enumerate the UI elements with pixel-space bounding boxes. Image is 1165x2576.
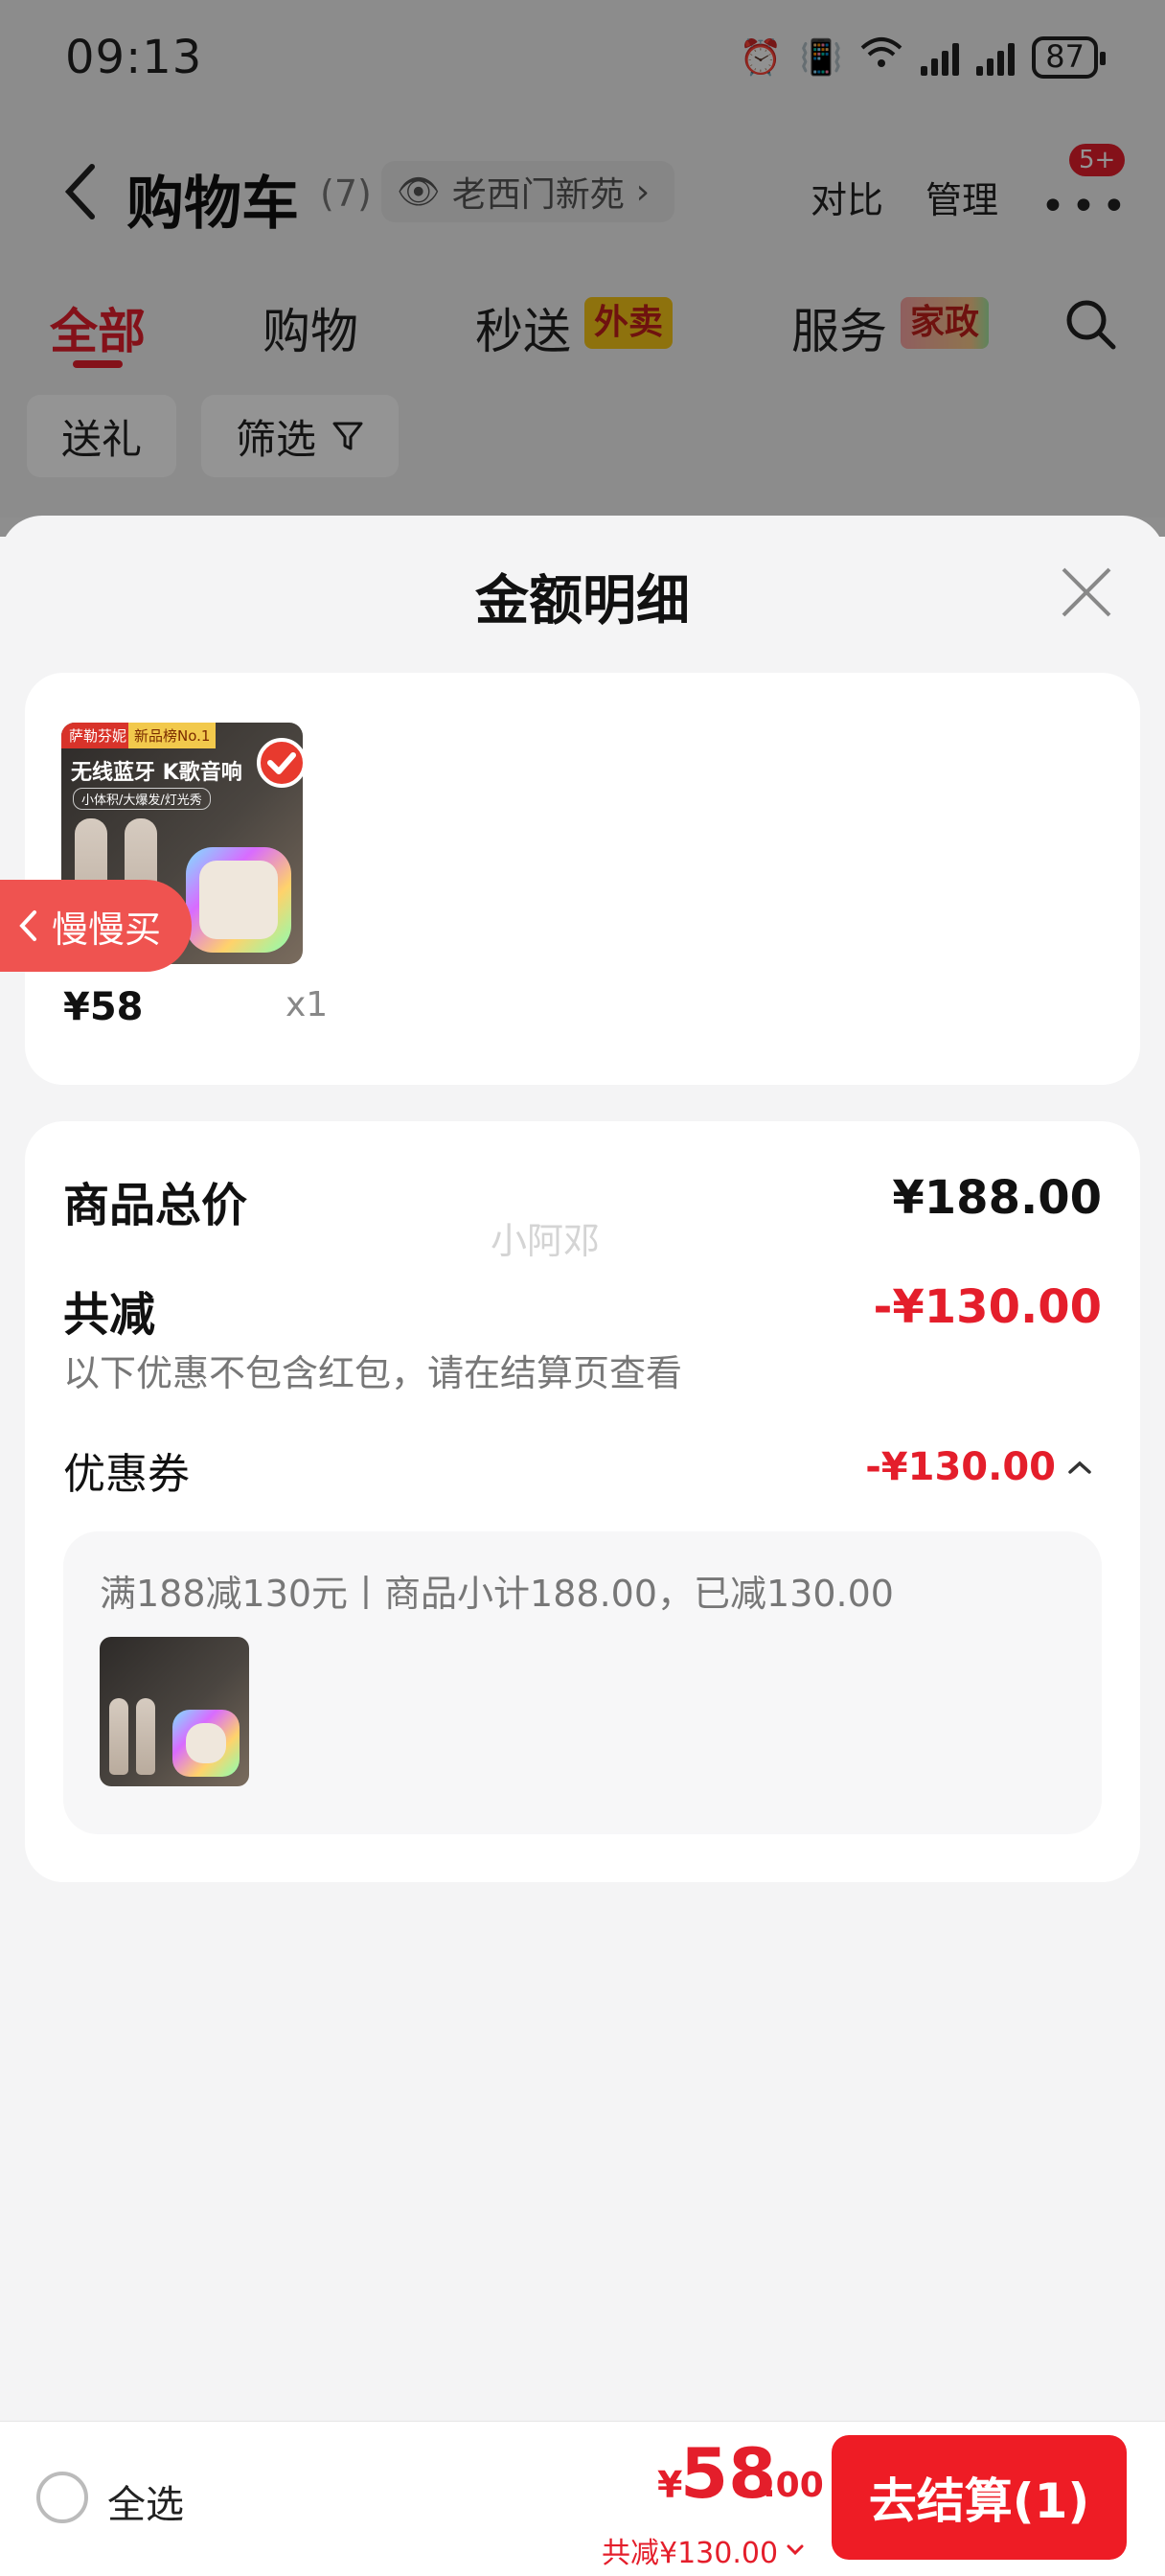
image-headline: 无线蓝牙 K歌音响	[71, 761, 242, 785]
watermark: 小阿邓	[491, 1220, 601, 1262]
discount-note: 以下优惠不包含红包，请在结算页查看	[63, 1352, 683, 1394]
discount-label: 共减	[63, 1288, 156, 1342]
coupon-detail-box: 满188减130元丨商品小计188.00，已减130.00	[63, 1531, 1102, 1834]
select-all-checkbox[interactable]	[36, 2472, 88, 2523]
checkout-bar: 全选 ¥ 58 .00 共减¥130.00 去结算(1)	[0, 2421, 1165, 2576]
speaker-graphic	[186, 847, 291, 953]
coupon-description: 满188减130元丨商品小计188.00，已减130.00	[100, 1573, 894, 1615]
total-price-label: 商品总价	[63, 1179, 248, 1232]
image-subline: 小体积/大爆发/灯光秀	[73, 788, 211, 810]
microphone-graphic-2	[136, 1698, 155, 1775]
chevron-down-icon	[787, 2544, 804, 2556]
modal-overlay[interactable]	[0, 0, 1165, 537]
product-price: ¥58	[63, 985, 144, 1029]
chevron-up-icon	[1068, 1460, 1091, 1474]
product-card: 萨勒芬妮 新品榜No.1 无线蓝牙 K歌音响 小体积/大爆发/灯光秀 ¥58 x…	[25, 673, 1140, 1085]
checkmark-icon	[257, 738, 303, 788]
close-icon[interactable]	[1060, 565, 1113, 619]
image-brand-tag: 萨勒芬妮	[61, 723, 135, 748]
total-amount-decimal: .00	[763, 2466, 824, 2505]
checkout-label: 去结算(1)	[868, 2473, 1090, 2529]
chevron-left-icon	[19, 910, 36, 941]
amount-detail-sheet: 金额明细 萨勒芬妮 新品榜No.1 无线蓝牙 K歌音响 小体积/大爆发/灯光秀 …	[0, 516, 1165, 2576]
price-detail-card: 商品总价 ¥188.00 小阿邓 共减 -¥130.00 以下优惠不包含红包，请…	[25, 1121, 1140, 1882]
coupon-toggle[interactable]: -¥130.00	[865, 1445, 1092, 1489]
coupon-label: 优惠券	[63, 1450, 190, 1499]
total-price-value: ¥188.00	[892, 1171, 1102, 1225]
product-quantity: x1	[286, 985, 329, 1024]
coupon-value: -¥130.00	[865, 1445, 1056, 1489]
total-currency: ¥	[657, 2464, 683, 2506]
select-all-label[interactable]: 全选	[107, 2473, 184, 2529]
saved-amount: 共减¥130.00	[602, 2537, 779, 2570]
image-rank-tag: 新品榜No.1	[128, 723, 217, 748]
slow-buy-label: 慢慢买	[52, 908, 162, 951]
discount-value: -¥130.00	[873, 1280, 1102, 1334]
saved-summary[interactable]: 共减¥130.00	[602, 2529, 805, 2571]
slow-buy-button[interactable]: 慢慢买	[0, 880, 192, 972]
checkout-button[interactable]: 去结算(1)	[832, 2435, 1127, 2560]
speaker-graphic	[172, 1710, 240, 1777]
microphone-graphic	[109, 1698, 128, 1775]
coupon-product-image	[100, 1637, 249, 1786]
sheet-title: 金额明细	[475, 570, 690, 632]
